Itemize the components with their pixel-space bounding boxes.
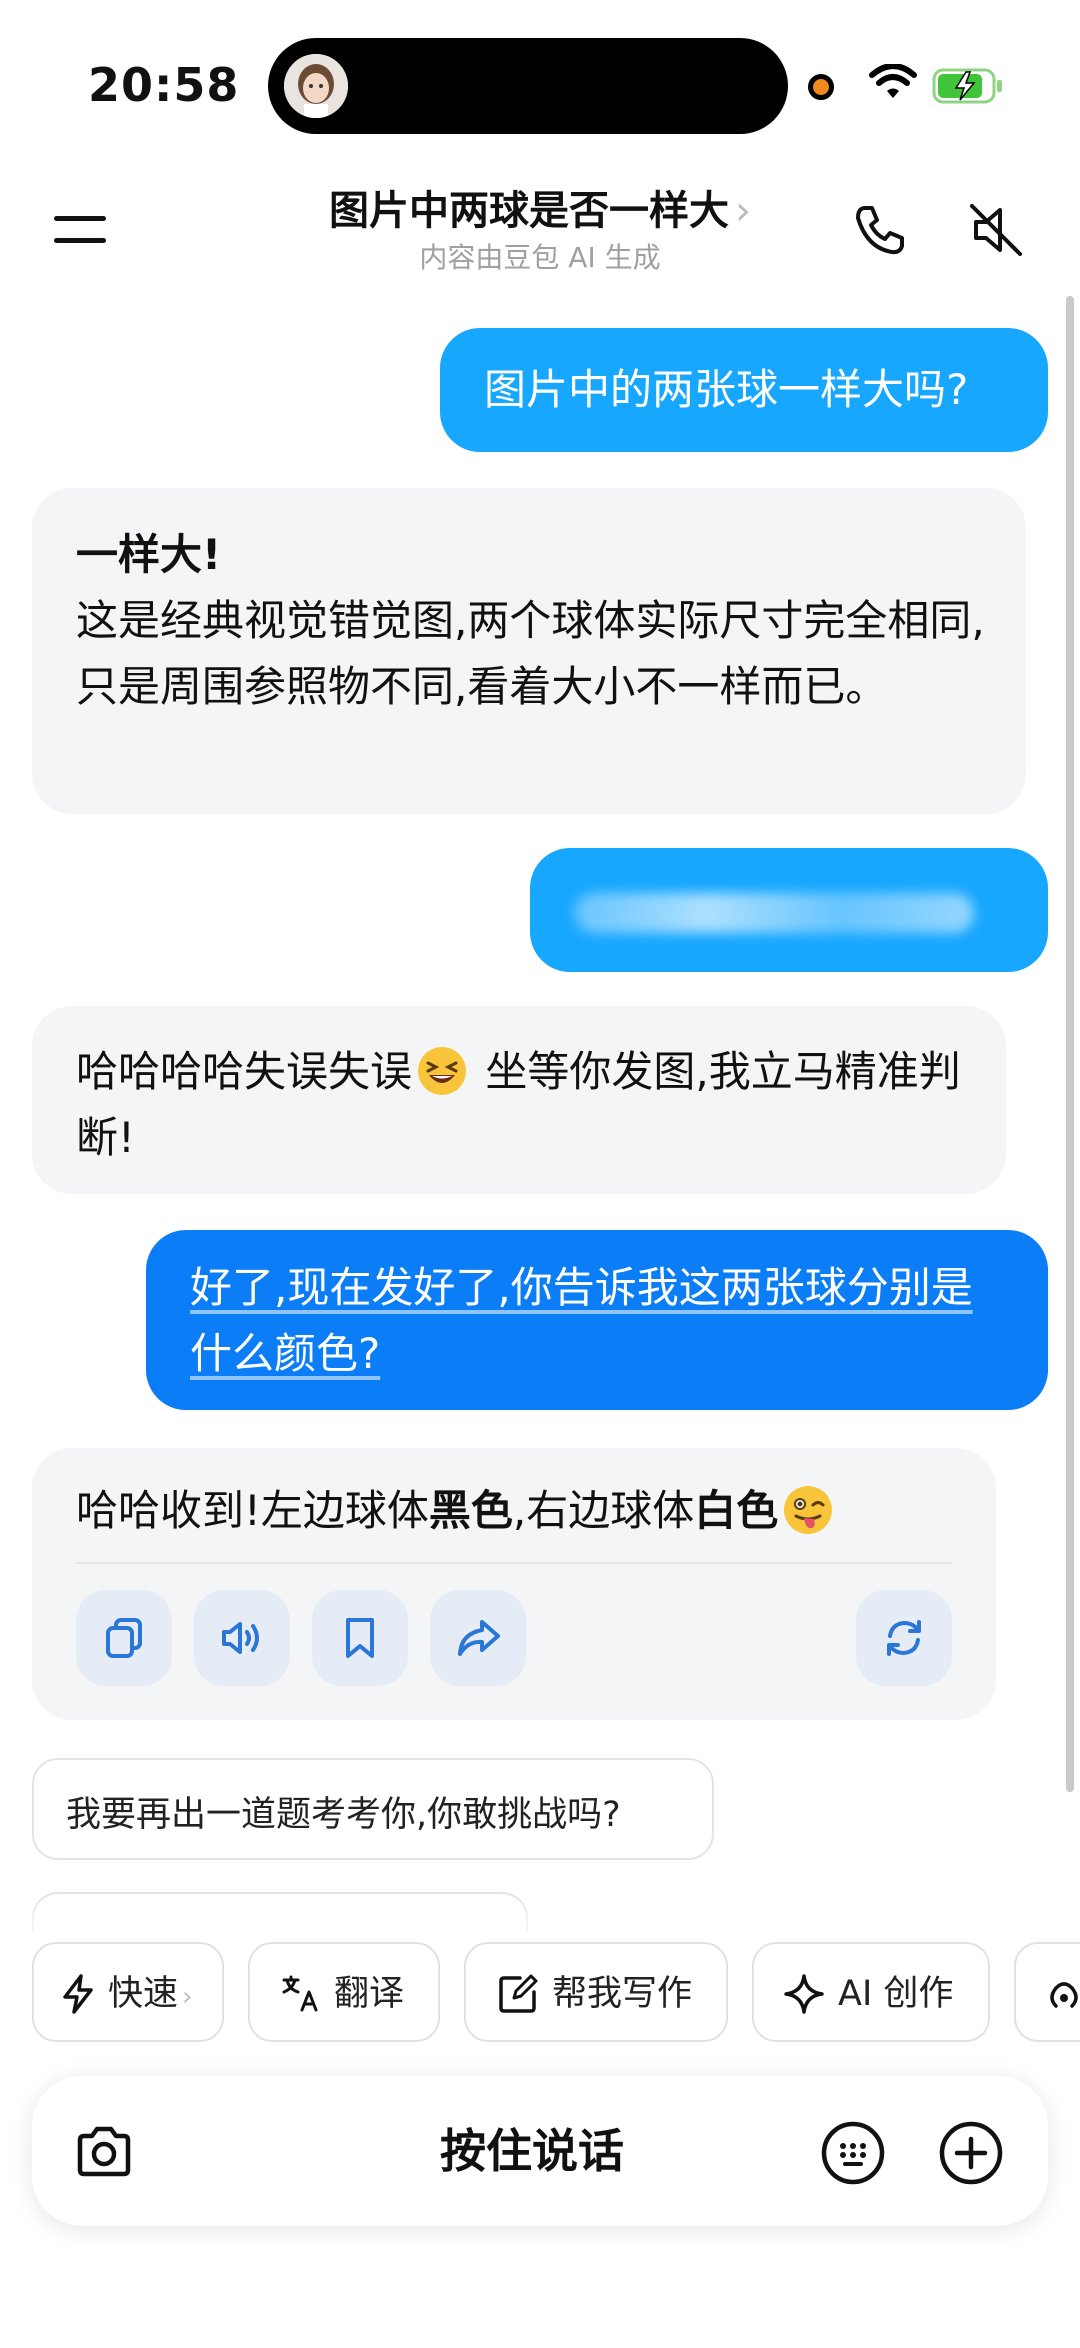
- message-text: 这是经典视觉错觉图,两个球体实际尺寸完全相同,只是周围参照物不同,看着大小不一样…: [76, 596, 985, 711]
- chip-label: 翻译: [334, 1974, 405, 2014]
- translate-chip[interactable]: 翻译: [248, 1942, 440, 2042]
- copy-icon: [106, 1618, 142, 1658]
- redacted-text: [574, 892, 974, 933]
- input-bar: 按住说话: [32, 2076, 1048, 2226]
- phone-icon[interactable]: [850, 200, 910, 260]
- message-text: 。: [580, 951, 623, 1000]
- suggestion-chip[interactable]: 我要再出一道题考考你,你敢挑战吗?: [32, 1758, 714, 1860]
- message-text: ,右边球体: [512, 1486, 695, 1535]
- regenerate-icon: [887, 1620, 921, 1656]
- bookmark-icon: [346, 1618, 374, 1658]
- plus-icon[interactable]: [938, 2120, 1004, 2186]
- battery-charging-icon: [932, 68, 1002, 104]
- conversation-title[interactable]: 图片中两球是否一样大 ›: [0, 178, 1080, 236]
- dynamic-island: [268, 38, 788, 134]
- message-text: 哈哈收到!左边球体: [76, 1486, 429, 1535]
- speaker-muted-icon[interactable]: [966, 200, 1026, 260]
- suggestion-text: 我要再出一道题考考你,你敢挑战吗?: [66, 1795, 621, 1835]
- assistant-message[interactable]: 哈哈哈哈失误失误 坐等你发图,我立马精准判断!: [32, 1006, 1006, 1194]
- translate-icon: [282, 1975, 318, 2012]
- chevron-right-icon: ›: [182, 1982, 193, 2012]
- camera-icon[interactable]: [72, 2120, 136, 2184]
- keyboard-icon[interactable]: [820, 2120, 886, 2186]
- assistant-message[interactable]: 一样大! 这是经典视觉错觉图,两个球体实际尺寸完全相同,只是周围参照物不同,看着…: [32, 488, 1026, 814]
- grinning-squinting-face-icon: [418, 1046, 467, 1095]
- broadcast-icon: [1050, 1982, 1078, 2008]
- mode-quick-chip[interactable]: 快速 ›: [32, 1942, 224, 2042]
- user-message-redacted[interactable]: 。: [530, 848, 1048, 1000]
- edit-icon: [499, 1974, 538, 2013]
- wifi-icon: [869, 64, 917, 98]
- message-headline: 一样大!: [76, 530, 222, 579]
- assistant-message[interactable]: 哈哈收到!左边球体黑色,右边球体白色: [32, 1448, 996, 1720]
- recording-dot-icon: [808, 74, 834, 100]
- hold-to-talk-button[interactable]: 按住说话: [332, 2106, 732, 2196]
- copy-button[interactable]: [76, 1590, 172, 1686]
- read-aloud-button[interactable]: [194, 1590, 290, 1686]
- chip-label: 帮我写作: [552, 1974, 693, 2014]
- ai-create-chip[interactable]: AI 创作: [752, 1942, 990, 2042]
- bookmark-button[interactable]: [312, 1590, 408, 1686]
- ai-disclaimer: 内容由豆包 AI 生成: [419, 241, 661, 274]
- lightning-icon: [63, 1974, 93, 2014]
- chat-header: 图片中两球是否一样大 › 内容由豆包 AI 生成: [0, 170, 1080, 290]
- message-text: 哈哈哈哈失误失误: [76, 1047, 413, 1096]
- regenerate-button[interactable]: [856, 1590, 952, 1686]
- share-icon: [458, 1620, 500, 1656]
- winking-face-with-tongue-icon: [784, 1485, 833, 1534]
- write-assist-chip[interactable]: 帮我写作: [464, 1942, 728, 2042]
- sparkle-icon: [784, 1974, 824, 2014]
- chip-label: 快速 ›: [108, 1974, 193, 2014]
- status-bar: 20:58: [0, 0, 1080, 170]
- status-time: 20:58: [88, 58, 240, 112]
- message-bold-text: 白色: [694, 1486, 779, 1535]
- scroll-fade: [0, 1896, 1080, 1946]
- user-message[interactable]: 好了,现在发好了,你告诉我这两张球分别是什么颜色?: [146, 1230, 1048, 1410]
- message-text: 好了,现在发好了,你告诉我这两张球分别是什么颜色?: [190, 1263, 973, 1378]
- conversation-title-text: 图片中两球是否一样大: [329, 188, 729, 234]
- avatar-icon: [284, 54, 348, 118]
- user-message[interactable]: 图片中的两张球一样大吗?: [440, 328, 1048, 452]
- message-bold-text: 黑色: [428, 1486, 513, 1535]
- broadcast-chip[interactable]: [1014, 1942, 1080, 2042]
- scrollbar[interactable]: [1066, 296, 1074, 1792]
- chevron-right-icon: ›: [735, 188, 751, 234]
- speaker-icon: [222, 1622, 259, 1654]
- chip-label: AI 创作: [838, 1974, 954, 2014]
- message-text: 图片中的两张球一样大吗?: [484, 365, 969, 414]
- share-button[interactable]: [430, 1590, 526, 1686]
- divider: [76, 1562, 952, 1564]
